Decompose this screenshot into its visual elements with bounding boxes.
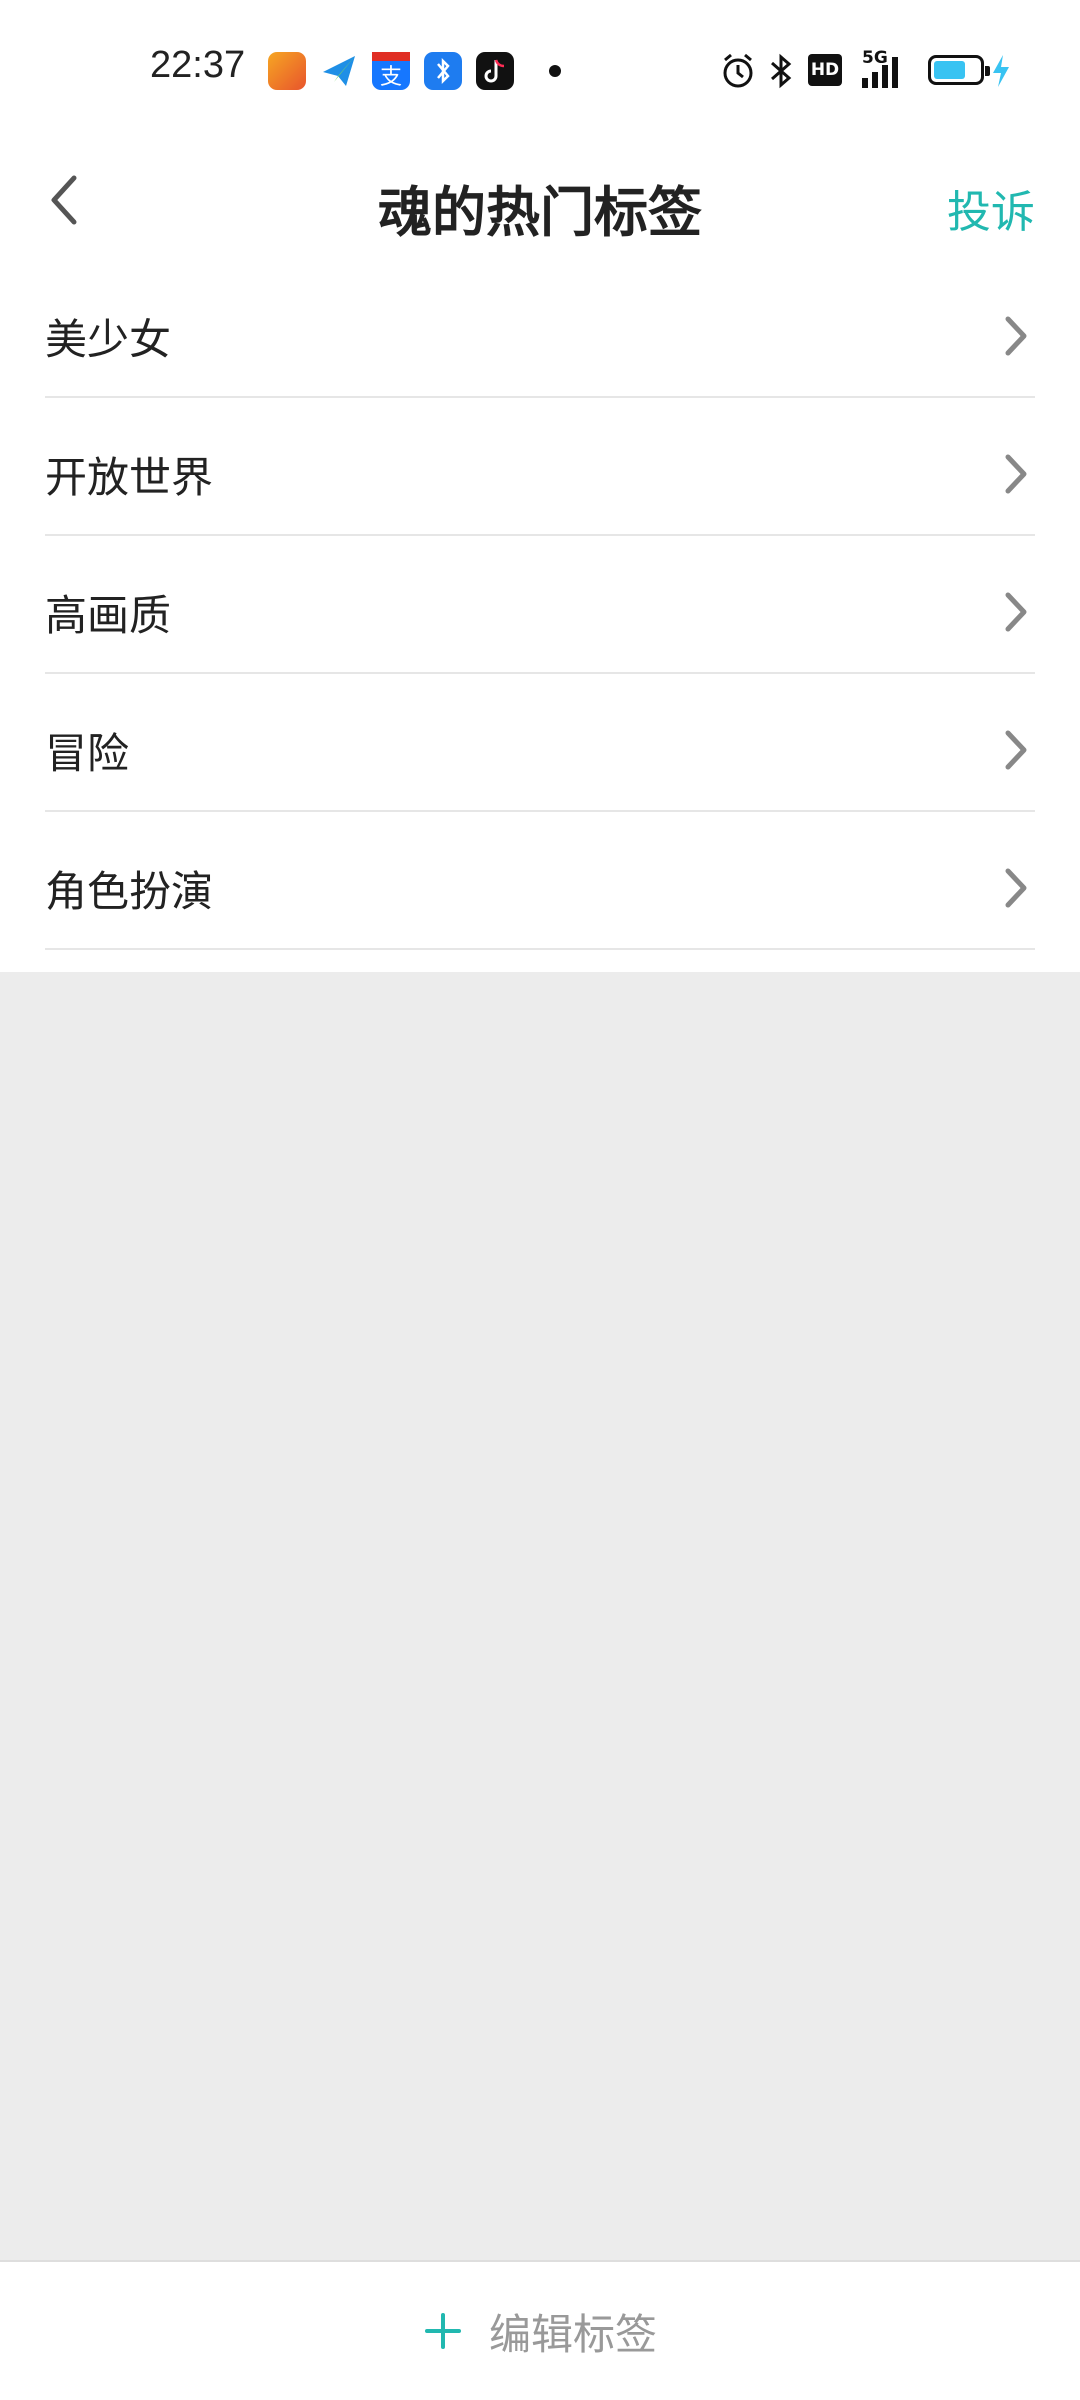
uc-browser-icon bbox=[268, 52, 306, 90]
screen: 22:37 支 HD 5G 魂的热门标签 投诉 美少女 开放世界 高画质 冒险 … bbox=[0, 0, 1080, 2400]
tag-label: 美少女 bbox=[45, 314, 172, 364]
chevron-right-icon bbox=[1005, 592, 1027, 632]
tag-item[interactable]: 冒险 bbox=[45, 674, 1035, 812]
edit-tags-button[interactable]: 编辑标签 bbox=[423, 2301, 657, 2362]
tiktok-icon bbox=[476, 52, 514, 90]
tag-item[interactable]: 美少女 bbox=[45, 260, 1035, 398]
bluetooth-app-icon bbox=[424, 52, 462, 90]
alarm-icon bbox=[720, 52, 756, 94]
bluetooth-icon bbox=[768, 52, 794, 94]
header: 魂的热门标签 投诉 bbox=[0, 140, 1080, 260]
tag-label: 冒险 bbox=[45, 728, 130, 778]
chevron-right-icon bbox=[1005, 868, 1027, 908]
edit-tags-label: 编辑标签 bbox=[488, 2309, 657, 2359]
paper-plane-icon bbox=[320, 52, 358, 90]
hd-icon: HD bbox=[808, 54, 842, 86]
tag-item[interactable]: 角色扮演 bbox=[45, 812, 1035, 950]
page-title: 魂的热门标签 bbox=[378, 181, 702, 244]
report-button[interactable]: 投诉 bbox=[947, 176, 1035, 240]
notification-dot bbox=[549, 65, 561, 77]
tag-item[interactable]: 高画质 bbox=[45, 536, 1035, 674]
tag-item[interactable]: 开放世界 bbox=[45, 398, 1035, 536]
chevron-right-icon bbox=[1005, 454, 1027, 494]
tag-label: 高画质 bbox=[45, 590, 172, 640]
battery-icon bbox=[928, 55, 990, 85]
status-time: 22:37 bbox=[150, 44, 246, 86]
svg-text:支: 支 bbox=[380, 65, 402, 90]
chevron-right-icon bbox=[1005, 316, 1027, 356]
tag-label: 开放世界 bbox=[45, 452, 214, 502]
bottom-bar: 编辑标签 bbox=[0, 2260, 1080, 2400]
charging-icon bbox=[990, 52, 1012, 94]
plus-icon bbox=[423, 2311, 463, 2351]
battery-level bbox=[934, 61, 965, 79]
alipay-icon: 支 bbox=[372, 52, 410, 90]
tag-list: 美少女 开放世界 高画质 冒险 角色扮演 bbox=[0, 260, 1080, 972]
tag-label: 角色扮演 bbox=[45, 866, 214, 916]
chevron-right-icon bbox=[1005, 730, 1027, 770]
5g-signal-icon: 5G bbox=[852, 48, 912, 92]
status-bar: 22:37 支 HD 5G bbox=[0, 0, 1080, 140]
